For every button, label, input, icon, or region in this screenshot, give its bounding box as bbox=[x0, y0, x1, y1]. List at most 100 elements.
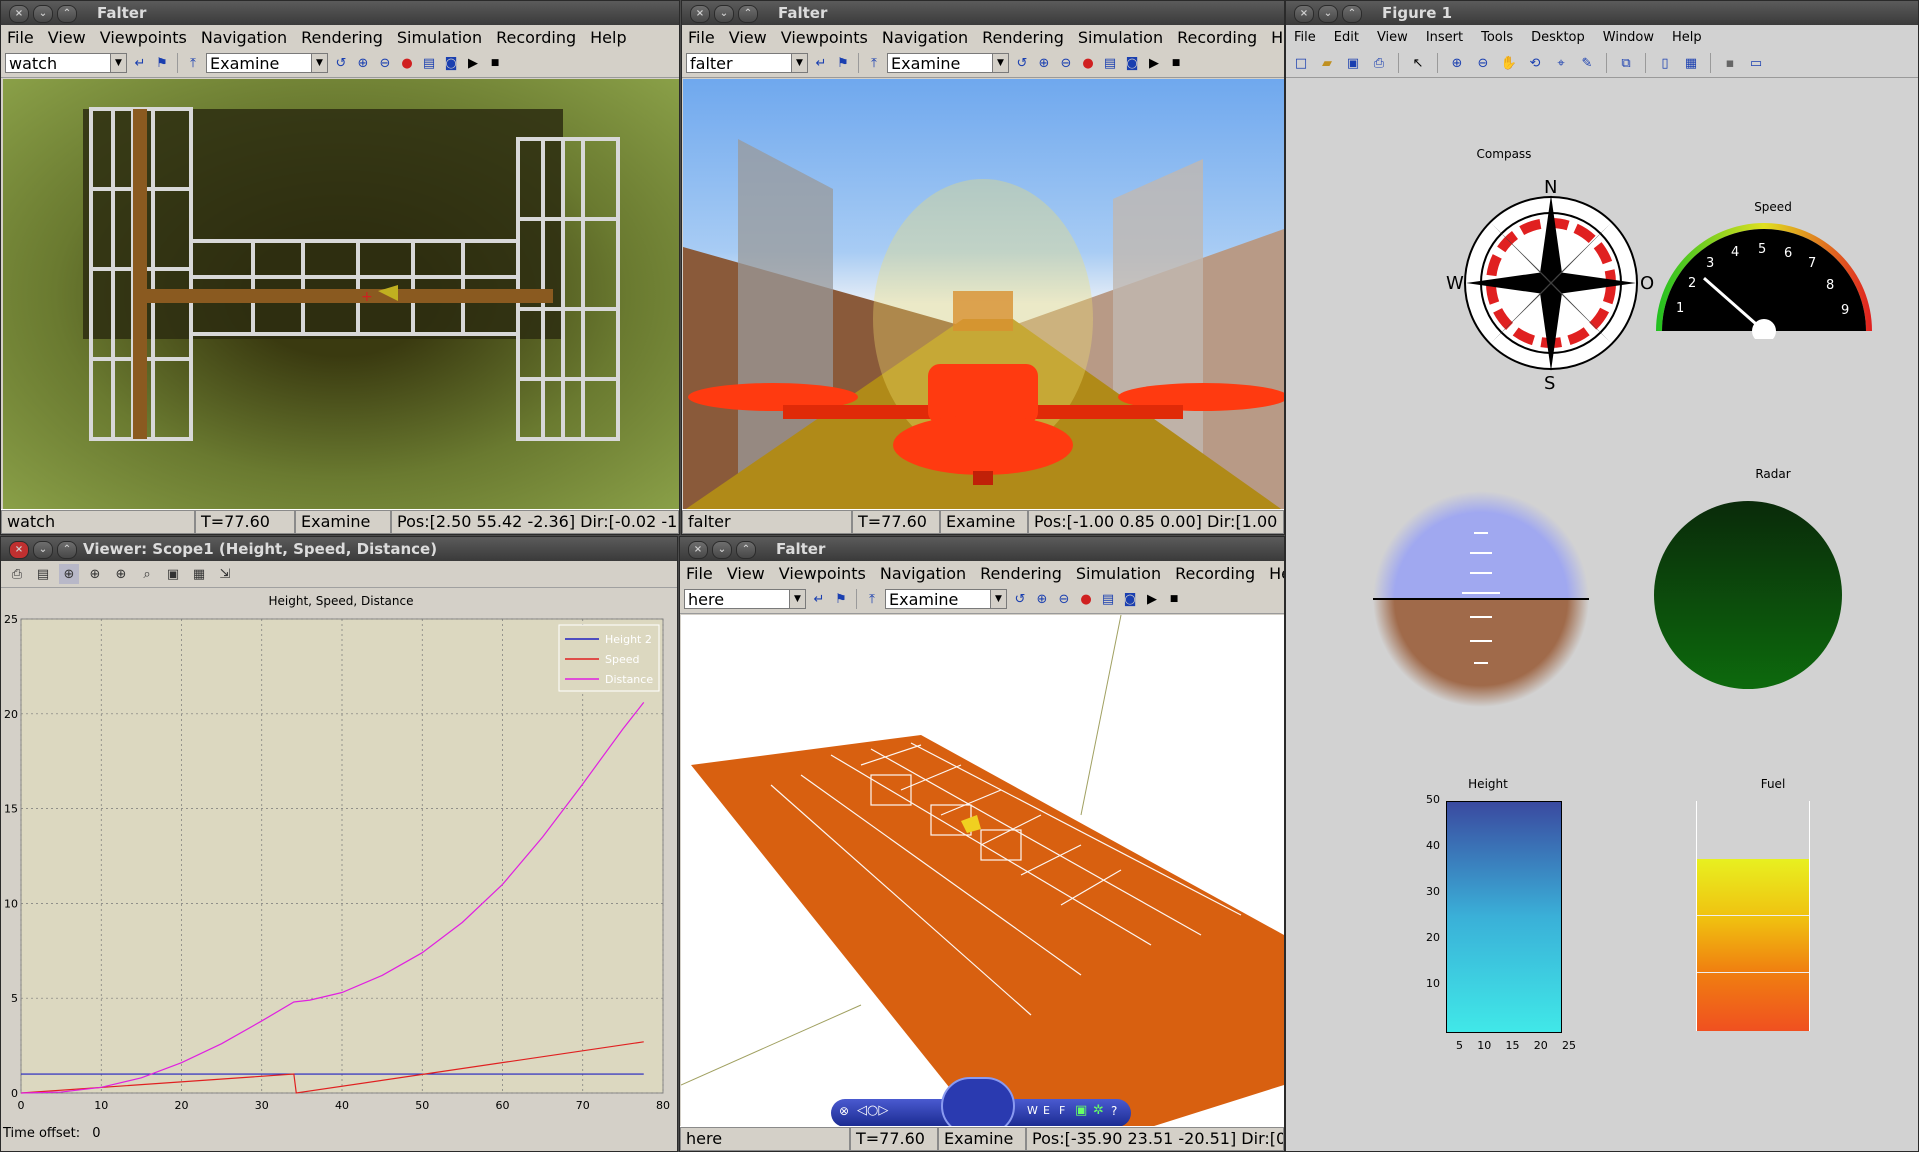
maximize-icon[interactable]: ⌃ bbox=[738, 5, 758, 23]
arrows-icon[interactable]: ◁○▷ bbox=[857, 1103, 888, 1118]
menu-desktop[interactable]: Desktop bbox=[1531, 30, 1585, 45]
mode-select[interactable]: Examine ▼ bbox=[206, 53, 328, 73]
restore-axes-icon[interactable]: ▦ bbox=[189, 564, 209, 584]
walk-icon[interactable]: W bbox=[1027, 1104, 1038, 1117]
menu-view[interactable]: View bbox=[729, 28, 767, 47]
new-file-icon[interactable]: □ bbox=[1292, 53, 1310, 73]
menu-view[interactable]: View bbox=[1377, 30, 1408, 45]
menu-help[interactable]: Help bbox=[1271, 28, 1284, 47]
menu-navigation[interactable]: Navigation bbox=[201, 28, 287, 47]
return-icon[interactable]: ↵ bbox=[812, 53, 830, 73]
title-bar[interactable]: × ⌄ ⌃ Falter bbox=[680, 537, 1284, 561]
mode-select[interactable]: Examine ▼ bbox=[885, 589, 1007, 609]
title-bar[interactable]: × ⌄ ⌃ Figure 1 bbox=[1286, 1, 1918, 25]
menu-simulation[interactable]: Simulation bbox=[1078, 28, 1163, 47]
record-icon[interactable]: ● bbox=[398, 53, 416, 73]
up-arrow-icon[interactable]: ⤒ bbox=[184, 53, 202, 73]
chevron-down-icon[interactable]: ▼ bbox=[990, 590, 1006, 608]
title-bar[interactable]: × ⌄ ⌃ Falter bbox=[682, 1, 1284, 25]
close-icon[interactable]: × bbox=[690, 5, 710, 23]
clipboard-icon[interactable]: ▤ bbox=[420, 53, 438, 73]
viewpoint-select[interactable]: watch ▼ bbox=[5, 53, 127, 73]
minimize-icon[interactable]: ⌄ bbox=[714, 5, 734, 23]
menu-recording[interactable]: Recording bbox=[496, 28, 576, 47]
minimize-icon[interactable]: ⌄ bbox=[712, 541, 732, 559]
minimize-icon[interactable]: ⌄ bbox=[33, 541, 53, 559]
chevron-down-icon[interactable]: ▼ bbox=[110, 54, 126, 72]
pointer-icon[interactable]: ↖ bbox=[1409, 53, 1427, 73]
navigation-dial[interactable] bbox=[941, 1077, 1015, 1127]
menu-file[interactable]: File bbox=[7, 28, 34, 47]
camera-icon[interactable]: ◙ bbox=[1121, 589, 1139, 609]
menu-file[interactable]: File bbox=[1294, 30, 1316, 45]
menu-viewpoints[interactable]: Viewpoints bbox=[779, 564, 866, 583]
chevron-down-icon[interactable]: ▼ bbox=[791, 54, 807, 72]
zoom-in-icon[interactable]: ⊕ bbox=[1448, 53, 1466, 73]
menu-viewpoints[interactable]: Viewpoints bbox=[781, 28, 868, 47]
stop-icon[interactable]: ■ bbox=[1167, 53, 1185, 73]
play-icon[interactable]: ▶ bbox=[1145, 53, 1163, 73]
menu-view[interactable]: View bbox=[727, 564, 765, 583]
zoom-out-icon[interactable]: ⊖ bbox=[1474, 53, 1492, 73]
title-bar[interactable]: × ⌄ ⌃ Viewer: Scope1 (Height, Speed, Dista… bbox=[1, 537, 677, 561]
3d-view-camera[interactable] bbox=[683, 79, 1284, 511]
link-icon[interactable]: ⧉ bbox=[1617, 53, 1635, 73]
zoom-out-icon[interactable]: ⊖ bbox=[1057, 53, 1075, 73]
menu-file[interactable]: File bbox=[688, 28, 715, 47]
flag-icon[interactable]: ⚑ bbox=[834, 53, 852, 73]
play-icon[interactable]: ▶ bbox=[464, 53, 482, 73]
fly-icon[interactable]: F bbox=[1059, 1104, 1065, 1117]
print-icon[interactable]: ⎙ bbox=[7, 564, 27, 584]
return-icon[interactable]: ↵ bbox=[810, 589, 828, 609]
zoom-out-icon[interactable]: ⊖ bbox=[1055, 589, 1073, 609]
autoscale-icon[interactable]: ⌕ bbox=[137, 564, 157, 584]
play-icon[interactable]: ▶ bbox=[1143, 589, 1161, 609]
open-folder-icon[interactable]: ▰ bbox=[1318, 53, 1336, 73]
mode-select[interactable]: Examine ▼ bbox=[887, 53, 1009, 73]
reset-icon[interactable]: ↺ bbox=[332, 53, 350, 73]
menu-navigation[interactable]: Navigation bbox=[882, 28, 968, 47]
menu-rendering[interactable]: Rendering bbox=[301, 28, 383, 47]
legend-icon[interactable]: ▦ bbox=[1682, 53, 1700, 73]
camera-icon[interactable]: ◙ bbox=[442, 53, 460, 73]
3d-view-top[interactable]: + bbox=[3, 79, 679, 511]
up-arrow-icon[interactable]: ⤒ bbox=[865, 53, 883, 73]
menu-simulation[interactable]: Simulation bbox=[397, 28, 482, 47]
colorbar-icon[interactable]: ▯ bbox=[1656, 53, 1674, 73]
clipboard-icon[interactable]: ▤ bbox=[1099, 589, 1117, 609]
zoom-out-icon[interactable]: ⊖ bbox=[376, 53, 394, 73]
maximize-icon[interactable]: ⌃ bbox=[736, 541, 756, 559]
record-icon[interactable]: ● bbox=[1079, 53, 1097, 73]
return-icon[interactable]: ↵ bbox=[131, 53, 149, 73]
menu-help[interactable]: Help bbox=[1269, 564, 1284, 583]
zoom-in-icon[interactable]: ⊕ bbox=[354, 53, 372, 73]
data-cursor-icon[interactable]: ⌖ bbox=[1552, 53, 1570, 73]
chevron-down-icon[interactable]: ▼ bbox=[992, 54, 1008, 72]
help-icon[interactable]: ? bbox=[1111, 1104, 1117, 1118]
menu-help[interactable]: Help bbox=[1672, 30, 1702, 45]
view-all-icon[interactable]: ▣ bbox=[1075, 1103, 1087, 1118]
minimize-icon[interactable]: ⌄ bbox=[1318, 5, 1338, 23]
close-icon[interactable]: × bbox=[9, 541, 29, 559]
zoom-x-icon[interactable]: ⊕ bbox=[85, 564, 105, 584]
menu-file[interactable]: File bbox=[686, 564, 713, 583]
print-icon[interactable]: ⎙ bbox=[1370, 53, 1388, 73]
record-icon[interactable]: ● bbox=[1077, 589, 1095, 609]
save-axes-icon[interactable]: ▣ bbox=[163, 564, 183, 584]
dock-icon[interactable]: ▭ bbox=[1747, 53, 1765, 73]
menu-recording[interactable]: Recording bbox=[1177, 28, 1257, 47]
viewpoint-select[interactable]: falter ▼ bbox=[686, 53, 808, 73]
clipboard-icon[interactable]: ▤ bbox=[1101, 53, 1119, 73]
menu-recording[interactable]: Recording bbox=[1175, 564, 1255, 583]
flag-icon[interactable]: ⚑ bbox=[153, 53, 171, 73]
close-icon[interactable]: × bbox=[9, 5, 29, 23]
zoom-y-icon[interactable]: ⊕ bbox=[111, 564, 131, 584]
3d-view-overview[interactable]: ⊗ ◁○▷ W E F ▣ ✲ ? bbox=[681, 615, 1284, 1127]
chevron-down-icon[interactable]: ▼ bbox=[311, 54, 327, 72]
title-bar[interactable]: × ⌄ ⌃ Falter bbox=[1, 1, 679, 25]
zoom-icon[interactable]: ⊕ bbox=[59, 564, 79, 584]
flag-icon[interactable]: ⚑ bbox=[832, 589, 850, 609]
floating-scope-icon[interactable]: ⇲ bbox=[215, 564, 235, 584]
stop-icon[interactable]: ■ bbox=[486, 53, 504, 73]
close-icon[interactable]: × bbox=[1294, 5, 1314, 23]
